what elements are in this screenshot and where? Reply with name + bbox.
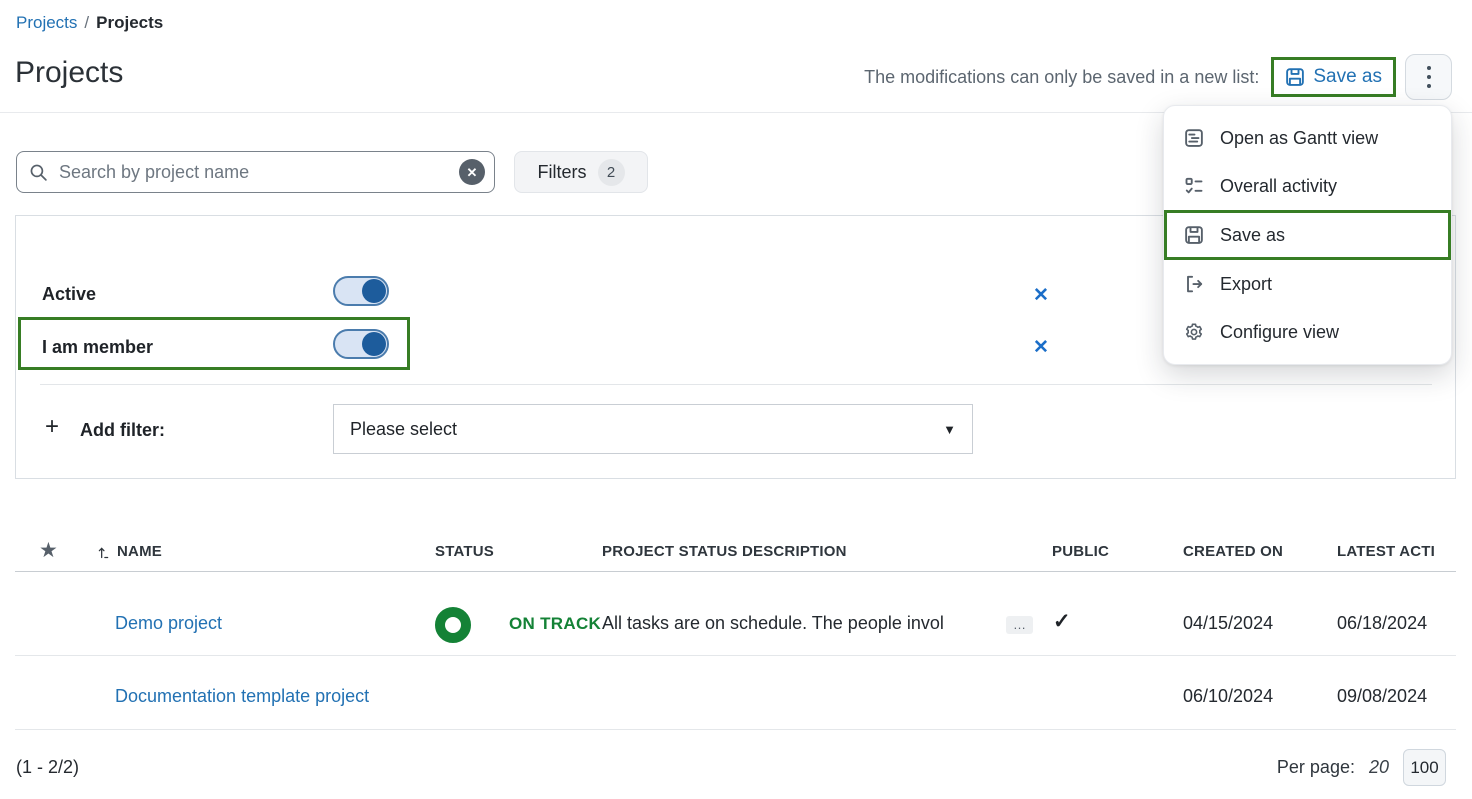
save-as-button[interactable]: Save as [1271,57,1396,97]
row-divider [15,729,1456,730]
save-icon [1285,67,1305,87]
menu-item-label: Overall activity [1220,176,1337,197]
created-on-date: 04/15/2024 [1183,613,1273,634]
pagination-range: (1 - 2/2) [16,757,79,778]
filter-label-i-am-member: I am member [42,337,153,358]
more-actions-button[interactable] [1405,54,1452,100]
active-filter-toggle[interactable] [333,276,389,306]
project-link-documentation-template-project[interactable]: Documentation template project [115,686,369,707]
per-page-controls: Per page: 20 100 [1277,749,1446,786]
activity-icon [1184,176,1204,196]
project-link-demo-project[interactable]: Demo project [115,613,222,634]
toggle-knob [362,332,386,356]
created-on-date: 06/10/2024 [1183,686,1273,707]
menu-item-save-as[interactable]: Save as [1164,210,1451,260]
expand-description-button[interactable]: … [1006,616,1033,634]
clear-search-button[interactable]: ✕ [459,159,485,185]
save-hint-text: The modifications can only be saved in a… [864,67,1259,88]
gear-icon [1184,322,1204,342]
table-header-border [15,571,1456,572]
close-icon: ✕ [467,166,478,179]
save-icon [1184,225,1204,245]
chevron-down-icon: ▼ [943,422,956,437]
per-page-current: 20 [1369,757,1389,778]
favorite-column-star-icon: ★ [39,540,58,561]
header-actions: The modifications can only be saved in a… [864,54,1452,100]
column-header-status[interactable]: STATUS [435,543,494,560]
more-actions-menu: Open as Gantt view Overall activity [1163,105,1452,365]
breadcrumb: Projects / Projects [16,13,163,33]
plus-icon: + [45,415,59,439]
export-icon [1184,274,1204,294]
gantt-view-icon [1184,128,1204,148]
toggle-knob [362,279,386,303]
remove-member-filter-icon[interactable]: ✕ [1033,338,1049,357]
public-check-icon: ✓ [1053,611,1071,632]
filter-panel-divider [40,384,1432,385]
remove-active-filter-icon[interactable]: ✕ [1033,286,1049,305]
menu-item-overall-activity[interactable]: Overall activity [1164,162,1451,210]
breadcrumb-link-projects[interactable]: Projects [16,13,77,33]
page-title: Projects [15,56,123,90]
status-label: ON TRACK [509,614,601,634]
row-divider [15,655,1456,656]
add-filter-select-value: Please select [350,419,457,440]
per-page-label: Per page: [1277,757,1355,778]
menu-item-export[interactable]: Export [1164,260,1451,308]
menu-item-label: Export [1220,274,1272,295]
menu-item-label: Open as Gantt view [1220,128,1378,149]
breadcrumb-current: Projects [96,13,163,33]
member-filter-toggle[interactable] [333,329,389,359]
column-header-project-status-description[interactable]: PROJECT STATUS DESCRIPTION [602,543,847,560]
filters-button[interactable]: Filters 2 [514,151,648,193]
filters-count-badge: 2 [598,159,625,186]
add-filter-select[interactable]: Please select ▼ [333,404,973,454]
column-header-name[interactable]: NAME [117,543,162,560]
save-as-button-label: Save as [1313,66,1382,88]
kebab-icon [1427,66,1431,88]
project-search-box: ✕ [16,151,495,193]
latest-activity-date: 06/18/2024 [1337,613,1427,634]
column-header-latest-activity[interactable]: LATEST ACTI [1337,543,1435,560]
filter-label-active: Active [42,284,96,305]
search-input[interactable] [57,161,450,184]
search-icon [29,163,48,182]
project-status-description: All tasks are on schedule. The people in… [602,613,998,634]
latest-activity-date: 09/08/2024 [1337,686,1427,707]
menu-item-open-as-gantt-view[interactable]: Open as Gantt view [1164,114,1451,162]
status-on-track-icon [435,607,471,643]
menu-item-label: Save as [1220,225,1285,246]
add-filter-label: Add filter: [80,420,165,441]
sort-ascending-icon [98,546,109,564]
breadcrumb-separator: / [84,13,89,33]
menu-item-configure-view[interactable]: Configure view [1164,308,1451,356]
column-header-created-on[interactable]: CREATED ON [1183,543,1283,560]
column-header-public[interactable]: PUBLIC [1052,543,1109,560]
filters-button-label: Filters [538,162,587,183]
projects-page: Projects / Projects Projects The modific… [0,0,1472,799]
per-page-option-100[interactable]: 100 [1403,749,1446,786]
menu-item-label: Configure view [1220,322,1339,343]
